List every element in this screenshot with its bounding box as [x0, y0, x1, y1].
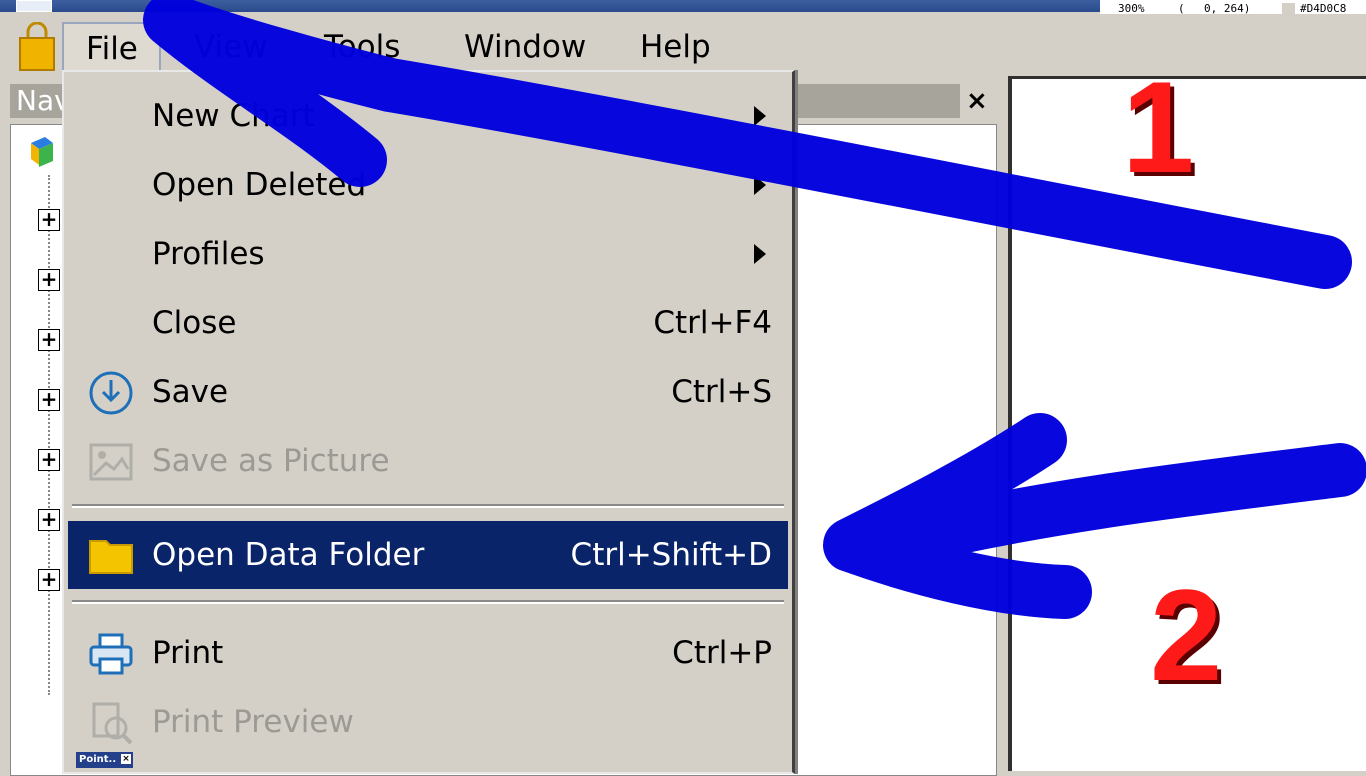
open-data-folder-label: Open Data Folder: [152, 537, 425, 573]
tree-expand-3[interactable]: +: [38, 329, 60, 351]
close-label: Close: [152, 305, 237, 341]
navigator-close-button[interactable]: ×: [966, 86, 988, 116]
menu-close[interactable]: Close Ctrl+F4: [68, 289, 788, 357]
submenu-arrow-icon: [754, 244, 766, 264]
menu-open-data-folder[interactable]: Open Data Folder Ctrl+Shift+D: [68, 521, 788, 589]
menu-profiles[interactable]: Profiles: [68, 220, 788, 288]
print-preview-icon: [92, 702, 133, 745]
color-swatch: [1282, 3, 1295, 14]
tree-guide-line: [48, 175, 50, 695]
menu-window[interactable]: Window: [442, 22, 608, 72]
menu-separator: [72, 600, 784, 604]
picture-icon: [89, 443, 133, 481]
file-menu-dropdown: New Chart Open Deleted Profiles Close Ct…: [62, 70, 795, 774]
submenu-arrow-icon: [754, 175, 766, 195]
window-icon: [16, 0, 52, 12]
menu-print[interactable]: Print Ctrl+P: [68, 619, 788, 687]
menu-help[interactable]: Help: [618, 22, 733, 72]
folder-icon: [89, 540, 133, 574]
printer-icon: [89, 633, 133, 675]
save-label: Save: [152, 374, 229, 410]
menu-tools[interactable]: Tools: [302, 22, 422, 72]
print-preview-label: Print Preview: [152, 704, 354, 740]
menu-view[interactable]: View: [172, 22, 290, 72]
save-shortcut: Ctrl+S: [671, 374, 772, 410]
profiles-label: Profiles: [152, 236, 265, 272]
new-chart-label: New Chart: [152, 98, 315, 134]
annotation-number-2: 2: [1150, 562, 1223, 708]
shopping-bag-icon[interactable]: [18, 22, 56, 72]
taskbar-chip[interactable]: Point.. ×: [76, 752, 133, 768]
submenu-arrow-icon: [754, 106, 766, 126]
taskbar-chip-label: Point..: [79, 754, 117, 765]
menu-file[interactable]: File: [62, 22, 161, 76]
tree-expand-5[interactable]: +: [38, 449, 60, 471]
menu-save[interactable]: Save Ctrl+S: [68, 358, 788, 426]
tree-expand-7[interactable]: +: [38, 569, 60, 591]
annotation-number-1: 1: [1122, 54, 1195, 200]
taskbar-chip-close-icon[interactable]: ×: [121, 754, 131, 764]
menu-print-preview[interactable]: Print Preview: [68, 688, 788, 756]
menu-new-chart[interactable]: New Chart: [68, 82, 788, 150]
terminal-root-icon: [31, 137, 53, 167]
open-deleted-label: Open Deleted: [152, 167, 367, 203]
menu-separator: [72, 504, 784, 508]
tree-expand-6[interactable]: +: [38, 509, 60, 531]
save-icon: [89, 371, 133, 415]
close-shortcut: Ctrl+F4: [653, 305, 772, 341]
tree-expand-2[interactable]: +: [38, 269, 60, 291]
print-shortcut: Ctrl+P: [672, 635, 772, 671]
tree-expand-4[interactable]: +: [38, 389, 60, 411]
save-as-picture-label: Save as Picture: [152, 443, 390, 479]
open-data-folder-shortcut: Ctrl+Shift+D: [570, 537, 772, 573]
menu-open-deleted[interactable]: Open Deleted: [68, 151, 788, 219]
menu-save-as-picture[interactable]: Save as Picture: [68, 427, 788, 495]
tree-expand-1[interactable]: +: [38, 209, 60, 231]
print-label: Print: [152, 635, 224, 671]
